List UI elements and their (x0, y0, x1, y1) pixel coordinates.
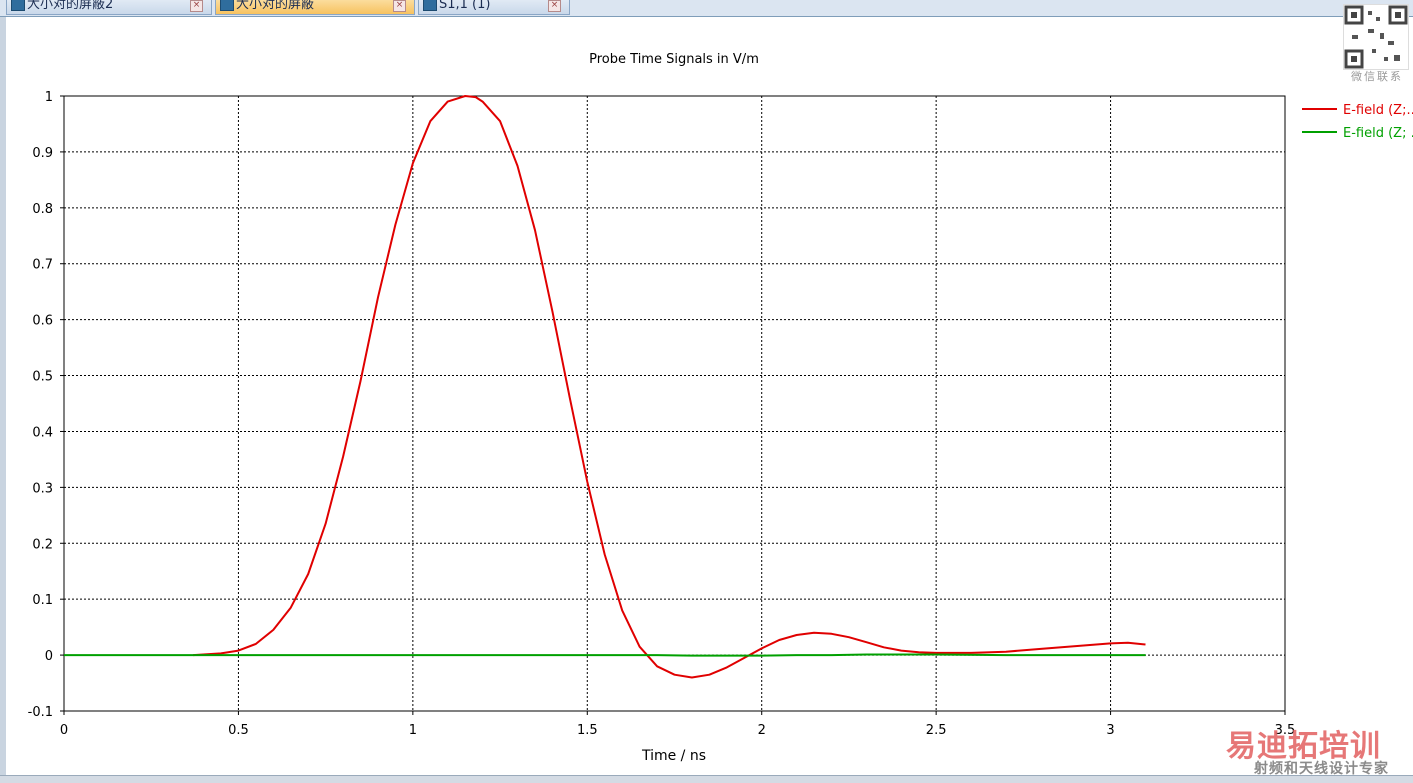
x-tick-label: 2.5 (926, 723, 947, 738)
y-tick-label: 0.8 (32, 202, 53, 217)
legend-label: E-field (Z; ... (1343, 126, 1413, 141)
x-axis-label: Time / ns (641, 748, 706, 764)
x-tick-label: 1.5 (577, 723, 598, 738)
series-line-0 (193, 95, 1146, 679)
y-tick-label: 0.7 (32, 258, 53, 273)
chart-title: Probe Time Signals in V/m (589, 52, 759, 67)
qr-code-icon (1343, 4, 1409, 70)
y-tick-label: 0.3 (32, 481, 53, 496)
series-line-1 (64, 653, 1146, 657)
y-tick-label: 0.4 (32, 425, 53, 440)
grid (64, 96, 1285, 711)
series-lines (64, 95, 1146, 679)
y-tick-label: 1 (45, 90, 53, 105)
y-tick-label: 0.1 (32, 593, 53, 608)
y-tick-label: 0 (45, 649, 53, 664)
legend-label: E-field (Z;... (1343, 103, 1413, 118)
y-tick-label: 0.9 (32, 146, 53, 161)
y-tick-label: 0.5 (32, 370, 53, 385)
x-tick-label: 0 (60, 723, 68, 738)
x-tick-label: 3 (1106, 723, 1114, 738)
chart-canvas: Probe Time Signals in V/m 0 0.5 1 1.5 2 2.5 3 3… (28, 52, 1413, 764)
y-tick-label: -0.1 (28, 705, 53, 720)
x-tick-label: 0.5 (228, 723, 249, 738)
axis-ticks: 0 0.5 1 1.5 2 2.5 3 3.5-0.100.10.20.30.40.50.60… (28, 90, 1296, 738)
legend: E-field (Z;... E-field (Z; ... (1302, 103, 1413, 141)
x-tick-label: 1 (409, 723, 417, 738)
y-tick-label: 0.2 (32, 537, 53, 552)
y-tick-label: 0.6 (32, 314, 53, 329)
x-tick-label: 2 (758, 723, 766, 738)
plot-area (63, 95, 1286, 712)
qr-caption: 微信联系 (1351, 70, 1403, 83)
